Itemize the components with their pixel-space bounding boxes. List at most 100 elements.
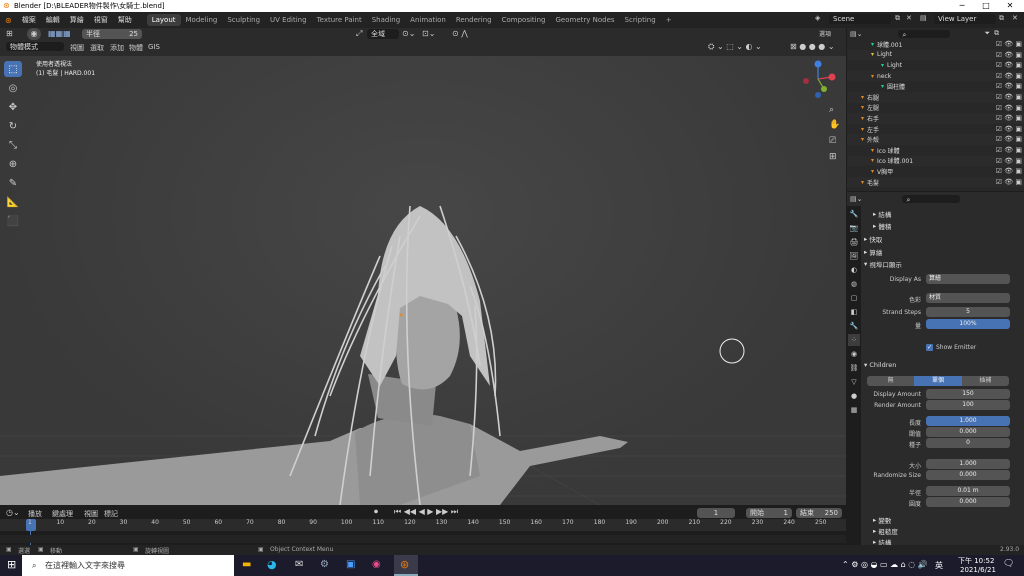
mode-dropdown[interactable]: 物體模式 <box>6 42 64 51</box>
blender-task-button[interactable]: ⊛ <box>394 555 418 576</box>
tab-sculpting[interactable]: Sculpting <box>222 14 265 26</box>
tray-icons[interactable]: ⌃ ⚙ ◎ ◒ ▭ ☁ ⌂ ◌ 🔊 <box>842 560 928 569</box>
viewport-overlay-icons[interactable]: ⛭ ⌄ ⬚ ⌄ ◐ ⌄ <box>708 42 762 52</box>
copy-icon[interactable]: ⧉ <box>999 14 1004 23</box>
outliner-item[interactable]: ▾ Ico 球體.001 ☑ 👁 ▣ <box>847 155 1024 167</box>
tab-uv-editing[interactable]: UV Editing <box>265 14 312 26</box>
color-dropdown[interactable]: 材質 <box>926 293 1010 303</box>
section-suanhui[interactable]: ▸ 算繪 <box>864 246 1020 257</box>
children-simple-button[interactable]: 單個 <box>914 376 962 386</box>
outliner-item[interactable]: ▾ 左手 ☑ 👁 ▣ <box>847 124 1024 135</box>
outliner-item[interactable]: ▾ Ico 球體 ☑ 👁 ▣ <box>847 145 1024 156</box>
strand-steps-field[interactable]: 5 <box>926 307 1010 317</box>
menu-view[interactable]: 視圖 <box>84 509 98 519</box>
menu-object[interactable]: 物體 <box>129 43 143 53</box>
add-cube-icon[interactable]: ⬛ <box>4 213 22 229</box>
shading-mode-icons[interactable]: ⊠ ● ● ● ⌄ <box>790 42 835 51</box>
current-frame-field[interactable]: 1 <box>697 508 735 518</box>
children-none-button[interactable]: 無 <box>867 376 915 386</box>
render-tab-icon[interactable]: 📷 <box>848 222 860 234</box>
menu-window[interactable]: 視窗 <box>89 15 113 25</box>
clock-date[interactable]: 2021/6/21 <box>960 566 996 574</box>
edge-icon[interactable]: ◕ <box>267 558 277 571</box>
start-frame-field[interactable]: 開始 1 <box>746 508 792 518</box>
section-tiji[interactable]: ▸ 體積 <box>873 220 1020 231</box>
visibility-icons[interactable]: ☑ 👁 ▣ <box>996 146 1022 154</box>
particles-tab-icon[interactable]: ⁘ <box>848 334 860 346</box>
visibility-icons[interactable]: ☑ 👁 ▣ <box>996 135 1022 143</box>
outliner-editor-icon[interactable]: ▤⌄ <box>850 30 862 38</box>
section-jiegou[interactable]: ▸ 結構 <box>873 208 1020 219</box>
pivot-icon[interactable]: ⊙⌄ <box>402 29 415 38</box>
threshold-field[interactable]: 0.000 <box>926 427 1010 437</box>
transform-orientation-icon[interactable]: ⤢ <box>356 29 362 39</box>
visibility-icons[interactable]: ☑ 👁 ▣ <box>996 114 1022 122</box>
visibility-icons[interactable]: ☑ 👁 ▣ <box>996 178 1022 186</box>
section-field-weights[interactable]: ▸ 變數 <box>873 514 1020 525</box>
scale-icon[interactable]: ⤡ <box>4 137 22 153</box>
cursor-tool-icon[interactable]: ◉ <box>27 28 41 40</box>
outliner-item[interactable]: ▾ V胸甲 ☑ 👁 ▣ <box>847 166 1024 177</box>
close-button[interactable]: ✕ <box>998 0 1022 12</box>
outliner-item[interactable]: ▾ 毛髮 ☑ 👁 ▣ <box>847 176 1024 188</box>
visibility-icons[interactable]: ☑ 👁 ▣ <box>996 93 1022 101</box>
tab-geometry-nodes[interactable]: Geometry Nodes <box>551 14 620 26</box>
physics-tab-icon[interactable]: ◉ <box>848 348 860 360</box>
randomize-size-field[interactable]: 0.000 <box>926 470 1010 480</box>
collection-tab-icon[interactable]: ▢ <box>848 292 860 304</box>
visibility-icons[interactable]: ☑ 👁 ▣ <box>996 72 1022 80</box>
pan-hand-icon[interactable]: ✋ <box>829 120 840 130</box>
tab-layout[interactable]: Layout <box>146 14 181 26</box>
section-viewport-display[interactable]: ▾ 視埠口顯示 <box>864 258 1020 269</box>
display-as-dropdown[interactable]: 算繪 <box>926 274 1010 284</box>
tab-compositing[interactable]: Compositing <box>497 14 551 26</box>
rotate-icon[interactable]: ↻ <box>4 118 22 134</box>
properties-search-input[interactable]: ⌕ <box>902 194 961 204</box>
steam-icon[interactable]: ⚙ <box>320 559 329 570</box>
minimize-button[interactable]: ─ <box>950 0 974 12</box>
output-tab-icon[interactable]: 🖨 <box>848 236 860 248</box>
editor-type-icon[interactable]: ⊞ <box>6 29 13 38</box>
render-amount-field[interactable]: 100 <box>926 400 1010 410</box>
menu-keying[interactable]: 鍵處理 <box>52 509 73 519</box>
blender-menu-icon[interactable]: ⊛ <box>0 16 17 25</box>
outliner-item[interactable]: ▾ 外殼 ☑ 👁 ▣ <box>847 134 1024 145</box>
outliner-item[interactable]: ▾ 左腿 ☑ 👁 ▣ <box>847 103 1024 114</box>
radius-field[interactable]: 0.01 m <box>926 486 1010 496</box>
media-icon[interactable]: ◉ <box>372 559 381 570</box>
tab-modeling[interactable]: Modeling <box>181 14 223 26</box>
visibility-icons[interactable]: ☑ 👁 ▣ <box>996 40 1022 48</box>
menu-file[interactable]: 檔案 <box>17 15 41 25</box>
cursor-icon[interactable]: ◎ <box>4 80 22 96</box>
grid-icon[interactable]: ⊞ <box>829 152 837 162</box>
measure-icon[interactable]: 📐 <box>4 194 22 210</box>
scene-tab-icon[interactable]: ◐ <box>848 264 860 276</box>
zoom-icon[interactable]: ⌕ <box>829 105 834 115</box>
outliner-item[interactable]: ▾ neck ☑ 👁 ▣ <box>847 70 1024 82</box>
navigation-gizmo[interactable] <box>798 59 838 99</box>
world-tab-icon[interactable]: ◍ <box>848 278 860 290</box>
mail-icon[interactable]: ✉ <box>295 559 303 570</box>
move-icon[interactable]: ✥ <box>4 99 22 115</box>
close-icon[interactable]: ✕ <box>1012 14 1018 22</box>
taskbar-search-input[interactable]: ⌕ 在這裡輸入文字來搜尋 <box>22 555 234 576</box>
orientation-dropdown[interactable]: 全域 <box>367 29 399 39</box>
outliner-search-input[interactable]: ⌕ <box>898 29 951 39</box>
record-icon[interactable]: ⏺ <box>374 507 378 517</box>
annotate-icon[interactable]: ✎ <box>4 175 22 191</box>
add-workspace-button[interactable]: + <box>661 14 677 26</box>
tab-animation[interactable]: Animation <box>405 14 451 26</box>
section-kuaiqu[interactable]: ▸ 快取 <box>864 233 1020 244</box>
visibility-icons[interactable]: ☑ 👁 ▣ <box>996 82 1022 90</box>
visibility-icons[interactable]: ☑ 👁 ▣ <box>996 125 1022 133</box>
object-tab-icon[interactable]: ◧ <box>848 306 860 318</box>
size-field[interactable]: 1.000 <box>926 459 1010 469</box>
file-explorer-icon[interactable]: ▬ <box>242 559 251 570</box>
visibility-icons[interactable]: ☑ 👁 ▣ <box>996 51 1022 59</box>
seed-field[interactable]: 0 <box>926 438 1010 448</box>
outliner-item[interactable]: ▾ 球體.001 ☑ 👁 ▣ <box>847 39 1024 50</box>
visibility-icons[interactable]: ☑ 👁 ▣ <box>996 167 1022 175</box>
camera-icon[interactable]: ⎚ <box>829 136 836 146</box>
outliner-item[interactable]: ▾ 右腿 ☑ 👁 ▣ <box>847 91 1024 103</box>
filter-icon[interactable]: ⏷ <box>984 29 990 38</box>
